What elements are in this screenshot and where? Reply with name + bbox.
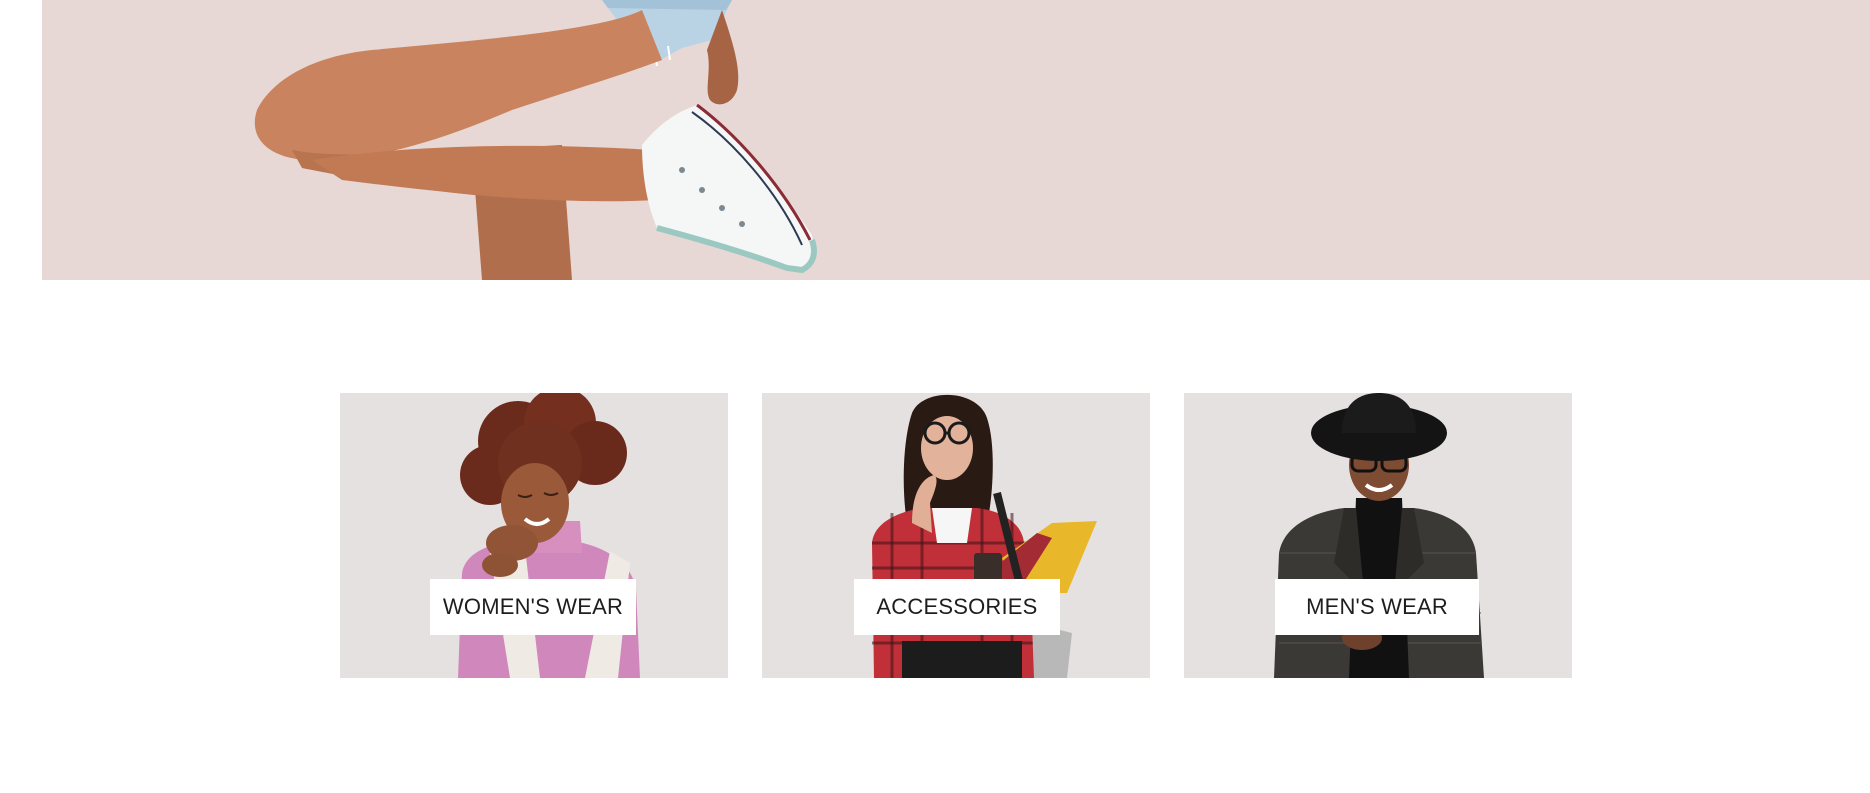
womens-wear-image <box>458 393 640 678</box>
accessories-image <box>872 394 1097 678</box>
category-card-accessories[interactable]: ACCESSORIES <box>762 393 1150 678</box>
category-card-womens-wear[interactable]: WOMEN'S WEAR <box>340 393 728 678</box>
page: WOMEN'S WEAR ACCESSORIES MEN'S WEAR <box>0 0 1870 793</box>
category-grid: WOMEN'S WEAR ACCESSORIES MEN'S WEAR <box>340 393 1572 678</box>
womens-wear-label[interactable]: WOMEN'S WEAR <box>430 579 636 635</box>
mens-wear-label[interactable]: MEN'S WEAR <box>1275 579 1479 635</box>
accessories-label[interactable]: ACCESSORIES <box>854 579 1060 635</box>
category-card-mens-wear[interactable]: MEN'S WEAR <box>1184 393 1572 678</box>
hero-image <box>254 0 817 280</box>
hero-banner[interactable] <box>42 0 1870 280</box>
mens-wear-image <box>1274 393 1484 678</box>
